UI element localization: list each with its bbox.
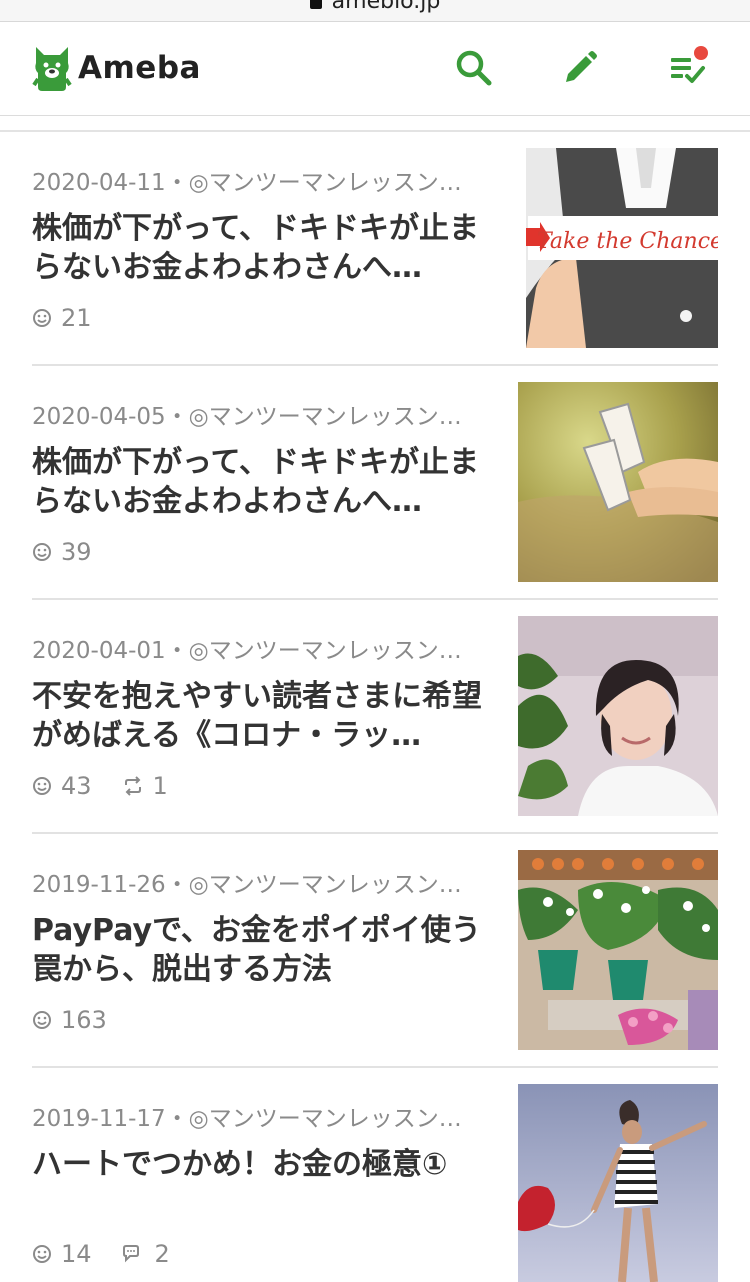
article-thumbnail[interactable] [518, 1084, 718, 1282]
article-item[interactable]: 2020-04-11・◎マンツーマンレッスン… 株価が下がって、ドキドキが止まら… [0, 132, 750, 366]
article-item[interactable]: 2019-11-26・◎マンツーマンレッスン… PayPayで、お金をポイポイ使… [0, 834, 750, 1068]
write-post-button[interactable] [560, 48, 600, 88]
url-text: ameblo.jp [331, 0, 441, 14]
likes-count: 43 [61, 772, 92, 800]
likes-stat: 39 [32, 538, 92, 566]
article-stats: 39 [32, 538, 122, 566]
article-meta: 2019-11-26・◎マンツーマンレッスン… [32, 872, 462, 898]
reblog-stat: 1 [122, 772, 168, 800]
article-meta: 2020-04-11・◎マンツーマンレッスン… [32, 170, 462, 196]
app-header: Ameba [0, 22, 750, 116]
comment-icon [122, 1245, 139, 1263]
reblog-icon [124, 776, 141, 796]
likes-count: 21 [61, 304, 92, 332]
article-meta: 2019-11-17・◎マンツーマンレッスン… [32, 1106, 462, 1132]
smile-icon [33, 309, 51, 327]
article-title[interactable]: 株価が下がって、ドキドキが止まらないお金よわよわさんへ… [32, 209, 487, 287]
article-item[interactable]: 2019-11-17・◎マンツーマンレッスン… ハートでつかめ！お金の極意① 1… [0, 1068, 750, 1282]
pencil-icon [566, 51, 597, 82]
smile-icon [33, 1245, 51, 1263]
likes-count: 163 [61, 1006, 107, 1034]
article-stats: 163 [32, 1006, 137, 1034]
search-icon [456, 50, 492, 86]
article-stats: 14 2 [32, 1240, 200, 1268]
search-button[interactable] [454, 48, 494, 88]
likes-count: 14 [61, 1240, 92, 1268]
article-thumbnail[interactable] [518, 850, 718, 1050]
notification-dot [694, 46, 708, 60]
smile-icon [33, 777, 51, 795]
browser-url-bar[interactable]: ameblo.jp [0, 0, 750, 22]
article-thumbnail[interactable] [518, 616, 718, 816]
likes-stat: 14 [32, 1240, 92, 1268]
smile-icon [33, 543, 51, 561]
article-meta: 2020-04-01・◎マンツーマンレッスン… [32, 638, 462, 664]
article-item[interactable]: 2020-04-05・◎マンツーマンレッスン… 株価が下がって、ドキドキが止まら… [0, 366, 750, 600]
likes-stat: 43 [32, 772, 92, 800]
article-meta: 2020-04-05・◎マンツーマンレッスン… [32, 404, 462, 430]
comment-stat: 2 [122, 1240, 170, 1268]
article-thumbnail[interactable]: Take the Chance [526, 148, 718, 348]
likes-stat: 163 [32, 1006, 107, 1034]
article-title[interactable]: PayPayで、お金をポイポイ使う罠から、脱出する方法 [32, 911, 487, 989]
comment-count: 2 [154, 1240, 170, 1268]
smile-icon [33, 1011, 51, 1029]
article-title[interactable]: ハートでつかめ！お金の極意① [32, 1145, 487, 1184]
article-thumbnail[interactable] [518, 382, 718, 582]
likes-stat: 21 [32, 304, 92, 332]
ameba-logo[interactable]: Ameba [32, 42, 201, 94]
article-list: 2020-04-11・◎マンツーマンレッスン… 株価が下がって、ドキドキが止まら… [0, 132, 750, 1282]
likes-count: 39 [61, 538, 92, 566]
article-title[interactable]: 不安を抱えやすい読者さまに希望がめばえる《コロナ・ラッ… [32, 677, 487, 755]
article-stats: 21 [32, 304, 122, 332]
article-stats: 43 1 [32, 772, 198, 800]
lock-icon [309, 0, 322, 9]
reader-feed-button[interactable] [668, 46, 708, 88]
article-title[interactable]: 株価が下がって、ドキドキが止まらないお金よわよわさんへ… [32, 443, 487, 521]
reblog-count: 1 [152, 772, 168, 800]
article-item[interactable]: 2020-04-01・◎マンツーマンレッスン… 不安を抱えやすい読者さまに希望が… [0, 600, 750, 834]
thumbnail-caption: Take the Chance [537, 229, 718, 254]
logo-text: Ameba [78, 50, 201, 86]
ameba-mascot-icon [32, 47, 72, 91]
